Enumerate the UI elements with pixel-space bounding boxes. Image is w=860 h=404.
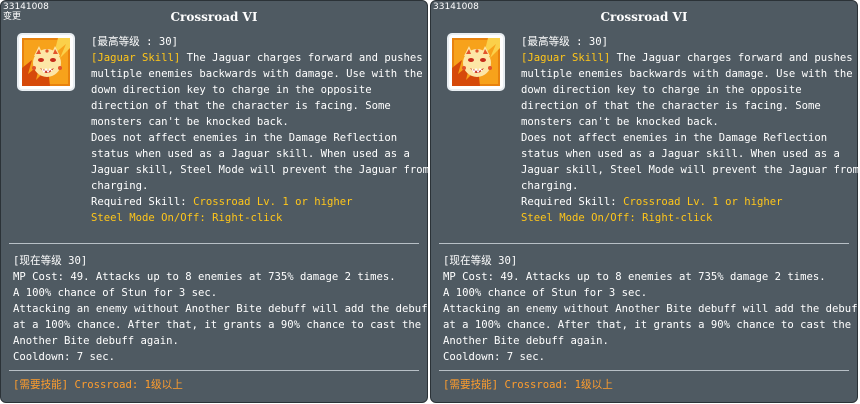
desc-line: down direction key to charge in the oppo… [521, 84, 802, 96]
desc-line: Jaguar skill, Steel Mode will prevent th… [521, 164, 860, 176]
required-skill-value: Crossroad Lv. 1 or higher [623, 196, 783, 208]
required-skill-prefix: Required Skill: [91, 196, 194, 208]
current-line: at a 100% chance. After that, it grants … [13, 319, 422, 331]
desc-line: direction of that the character is facin… [521, 100, 821, 112]
desc-first-text: The Jaguar charges forward and pushes [180, 52, 423, 64]
divider [9, 243, 419, 244]
current-line: Cooldown: 7 sec. [443, 351, 546, 363]
desc-line: multiple enemies backwards with damage. … [91, 68, 423, 80]
divider [439, 243, 849, 244]
max-level: [最高等级 : 30] [521, 36, 609, 48]
steel-mode-line: Steel Mode On/Off: Right-click [521, 212, 713, 224]
desc-line: charging. [91, 180, 149, 192]
skill-type-label: [Jaguar Skill] [521, 52, 611, 64]
desc-line: [Jaguar Skill] The Jaguar charges forwar… [91, 50, 423, 66]
skill-type-label: [Jaguar Skill] [91, 52, 181, 64]
desc-line: monsters can't be knocked back. [91, 116, 289, 128]
desc-line: [Jaguar Skill] The Jaguar charges forwar… [521, 50, 853, 66]
required-skill-prefix: Required Skill: [521, 196, 624, 208]
skill-description: [最高等级 : 30] [Jaguar Skill] The Jaguar ch… [521, 34, 860, 226]
current-level-section: [现在等级 30] MP Cost: 49. Attacks up to 8 e… [13, 253, 434, 365]
skill-tooltip-left: 33141008 变更 Crossroad VI [最高等级 : 30] [Ja… [0, 0, 434, 403]
current-line: MP Cost: 49. Attacks up to 8 enemies at … [13, 271, 396, 283]
skill-tooltip-right: 33141008 Crossroad VI [最高等级 : 30] [Jagua… [430, 0, 860, 403]
skill-icon-frame [447, 33, 505, 91]
required-skill-footer: [需要技能] Crossroad: 1级以上 [443, 379, 613, 391]
current-line: Cooldown: 7 sec. [13, 351, 116, 363]
skill-icon-frame [17, 33, 75, 91]
current-level: [现在等级 30] [13, 255, 88, 267]
skill-title: Crossroad VI [170, 10, 258, 24]
current-line: A 100% chance of Stun for 3 sec. [443, 287, 648, 299]
max-level: [最高等级 : 30] [91, 36, 179, 48]
divider [9, 370, 419, 371]
desc-line: direction of that the character is facin… [91, 100, 391, 112]
desc-first-text: The Jaguar charges forward and pushes [610, 52, 853, 64]
required-skill-footer: [需要技能] Crossroad: 1级以上 [13, 379, 183, 391]
current-line: A 100% chance of Stun for 3 sec. [13, 287, 218, 299]
skill-title: Crossroad VI [600, 10, 688, 24]
current-line: at a 100% chance. After that, it grants … [443, 319, 852, 331]
current-line: Attacking an enemy without Another Bite … [443, 303, 860, 315]
desc-line: status when used as a Jaguar skill. When… [91, 148, 410, 160]
desc-line: monsters can't be knocked back. [521, 116, 719, 128]
current-level-section: [现在等级 30] MP Cost: 49. Attacks up to 8 e… [443, 253, 860, 365]
desc-line: charging. [521, 180, 579, 192]
current-line: Attacking an enemy without Another Bite … [13, 303, 434, 315]
jaguar-crossroad-skill-icon [452, 38, 500, 86]
desc-line: status when used as a Jaguar skill. When… [521, 148, 840, 160]
current-line: Another Bite debuff again. [13, 335, 179, 347]
current-level: [现在等级 30] [443, 255, 518, 267]
required-skill-line: Required Skill: Crossroad Lv. 1 or highe… [91, 194, 421, 210]
desc-line: Does not affect enemies in the Damage Re… [521, 132, 828, 144]
skill-description: [最高等级 : 30] [Jaguar Skill] The Jaguar ch… [91, 34, 430, 226]
divider [439, 370, 849, 371]
desc-line: Does not affect enemies in the Damage Re… [91, 132, 398, 144]
required-skill-line: Required Skill: Crossroad Lv. 1 or highe… [521, 194, 851, 210]
desc-line: multiple enemies backwards with damage. … [521, 68, 853, 80]
jaguar-crossroad-skill-icon [22, 38, 70, 86]
current-line: MP Cost: 49. Attacks up to 8 enemies at … [443, 271, 826, 283]
current-line: Another Bite debuff again. [443, 335, 609, 347]
desc-line: down direction key to charge in the oppo… [91, 84, 372, 96]
desc-line: Jaguar skill, Steel Mode will prevent th… [91, 164, 430, 176]
required-skill-value: Crossroad Lv. 1 or higher [193, 196, 353, 208]
steel-mode-line: Steel Mode On/Off: Right-click [91, 212, 283, 224]
